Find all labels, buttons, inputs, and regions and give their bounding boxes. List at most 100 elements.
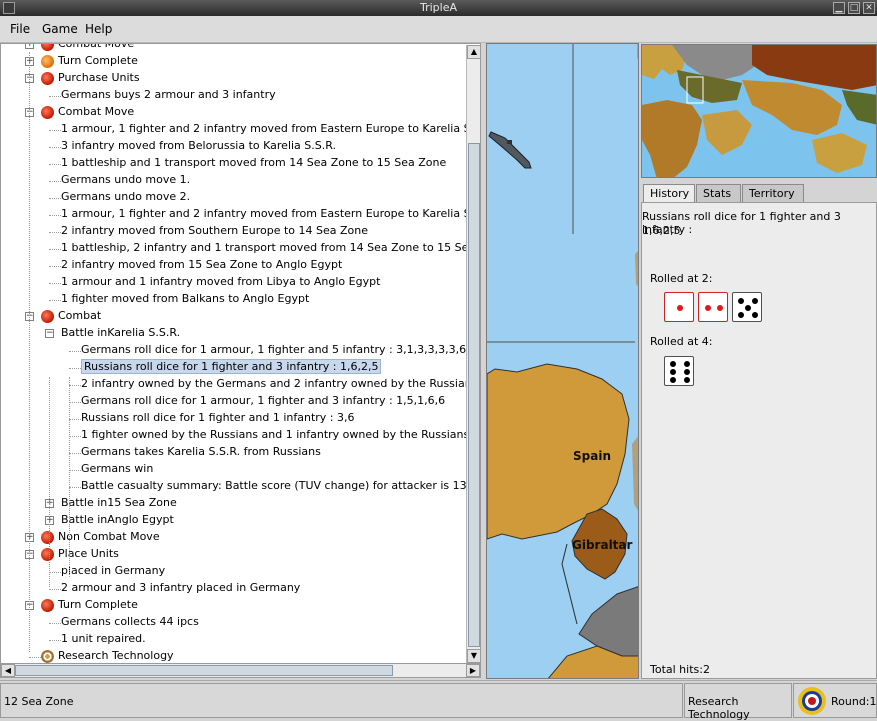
die-pip bbox=[684, 361, 690, 367]
tree-item[interactable]: 1 battleship, 2 infantry and 1 transport… bbox=[1, 240, 480, 257]
tree-item[interactable]: 2 infantry moved from 15 Sea Zone to Ang… bbox=[1, 257, 466, 274]
sea-zone[interactable] bbox=[487, 44, 639, 679]
tree-item-label: 2 infantry owned by the Germans and 2 in… bbox=[81, 377, 481, 390]
tree-item[interactable]: Germans collects 44 ipcs bbox=[1, 614, 466, 631]
tree-item[interactable]: 1 fighter owned by the Russians and 1 in… bbox=[1, 427, 480, 444]
game-map[interactable]: Spain Gibraltar bbox=[486, 43, 639, 679]
tree-horizontal-scrollbar[interactable]: ◀ ▶ bbox=[0, 663, 481, 678]
tree-node-purchase-units[interactable]: − Purchase Units bbox=[1, 70, 466, 87]
tree-node-research-technology[interactable]: Research Technology bbox=[1, 648, 466, 663]
phase-icon bbox=[41, 72, 54, 85]
tree-item[interactable]: Germans undo move 2. bbox=[1, 189, 466, 206]
tree-connector bbox=[49, 589, 61, 590]
tree-item[interactable]: Russians roll dice for 1 fighter and 3 i… bbox=[1, 359, 466, 376]
tree-connector bbox=[69, 368, 81, 369]
phase-icon bbox=[41, 599, 54, 612]
hscroll-thumb[interactable] bbox=[15, 665, 393, 676]
window-titlebar: TripleA ▁ □ ✕ bbox=[0, 0, 877, 16]
scroll-thumb[interactable] bbox=[468, 143, 480, 647]
tree-item[interactable]: 2 infantry owned by the Germans and 2 in… bbox=[1, 376, 480, 393]
die-5-icon bbox=[732, 292, 762, 322]
mini-map[interactable] bbox=[641, 44, 877, 178]
maximize-icon[interactable]: □ bbox=[848, 2, 860, 14]
close-icon[interactable]: ✕ bbox=[863, 2, 875, 14]
tab-history[interactable]: History bbox=[643, 184, 695, 203]
tree-item[interactable]: 1 unit repaired. bbox=[1, 631, 466, 648]
collapse-icon[interactable]: − bbox=[45, 329, 54, 338]
scroll-left-icon[interactable]: ◀ bbox=[1, 664, 15, 677]
tree-item[interactable]: 1 armour, 1 fighter and 2 infantry moved… bbox=[1, 121, 480, 138]
tree-connector bbox=[69, 419, 81, 420]
map-canvas[interactable]: Spain Gibraltar bbox=[487, 44, 639, 679]
current-step: Research Technology bbox=[688, 695, 750, 721]
tree-vertical-scrollbar[interactable]: ▲ ▼ bbox=[466, 45, 480, 663]
tree-item[interactable]: 2 infantry moved from Southern Europe to… bbox=[1, 223, 466, 240]
player-roundel-icon bbox=[798, 687, 826, 715]
hit-die-1-icon bbox=[664, 292, 694, 322]
tree-item[interactable]: + Battle inAnglo Egypt bbox=[1, 512, 466, 529]
scroll-right-icon[interactable]: ▶ bbox=[466, 664, 480, 677]
menu-file[interactable]: File bbox=[10, 22, 30, 36]
tree-connector bbox=[69, 487, 81, 488]
territory-name: 12 Sea Zone bbox=[4, 695, 74, 708]
menu-help[interactable]: Help bbox=[85, 22, 112, 36]
tab-territory[interactable]: Territory bbox=[742, 184, 804, 202]
tree-item-label: Russians roll dice for 1 fighter and 3 i… bbox=[81, 359, 382, 374]
tree-item-label: placed in Germany bbox=[61, 564, 166, 577]
tree-connector bbox=[49, 232, 61, 233]
tree-item-label: Non Combat Move bbox=[58, 530, 160, 543]
tree-item[interactable]: 1 fighter moved from Balkans to Anglo Eg… bbox=[1, 291, 466, 308]
tree-node-non-combat-move[interactable]: + Non Combat Move bbox=[1, 529, 466, 546]
tree-item[interactable]: Germans undo move 1. bbox=[1, 172, 466, 189]
tree-node-turn-complete[interactable]: − Turn Complete bbox=[1, 597, 466, 614]
die-pip bbox=[752, 312, 758, 318]
tree-connector bbox=[49, 147, 61, 148]
tree-item-label: Combat Move bbox=[58, 43, 135, 50]
tree-item[interactable]: − Battle inKarelia S.S.R. bbox=[1, 325, 466, 342]
tree-node-place-units[interactable]: − Place Units bbox=[1, 546, 466, 563]
rolled-at-2-label: Rolled at 2: bbox=[650, 272, 713, 285]
tree-node-turn-complete[interactable]: + Turn Complete bbox=[1, 53, 466, 70]
history-tree[interactable]: + Combat Move + Turn Complete − Purchase Unit… bbox=[0, 43, 481, 664]
status-bar: 12 Sea Zone Research Technology Round:1 bbox=[0, 680, 877, 721]
history-details-panel: Russians roll dice for 1 fighter and 3 i… bbox=[641, 202, 877, 679]
tree-item[interactable]: 1 armour, 1 fighter and 2 infantry moved… bbox=[1, 206, 480, 223]
minimap-canvas[interactable] bbox=[642, 45, 877, 178]
phase-icon bbox=[41, 548, 54, 561]
die-pip bbox=[684, 377, 690, 383]
tree-connector bbox=[49, 640, 61, 641]
tree-item[interactable]: + Battle in15 Sea Zone bbox=[1, 495, 466, 512]
tab-stats[interactable]: Stats bbox=[696, 184, 741, 202]
tree-guide-line bbox=[29, 52, 30, 652]
die-pip bbox=[745, 305, 751, 311]
tree-item[interactable]: Germans roll dice for 1 armour, 1 fighte… bbox=[1, 342, 466, 359]
tree-item[interactable]: 1 armour and 1 infantry moved from Libya… bbox=[1, 274, 466, 291]
tree-item[interactable]: Russians roll dice for 1 fighter and 1 i… bbox=[1, 410, 466, 427]
research-icon bbox=[41, 650, 54, 663]
tree-connector bbox=[49, 623, 61, 624]
tree-connector bbox=[49, 572, 61, 573]
tree-node-combat-move[interactable]: − Combat Move bbox=[1, 104, 466, 121]
tree-item[interactable]: Germans takes Karelia S.S.R. from Russia… bbox=[1, 444, 466, 461]
tree-item[interactable]: 3 infantry moved from Belorussia to Kare… bbox=[1, 138, 466, 155]
tree-item[interactable]: placed in Germany bbox=[1, 563, 466, 580]
tree-connector bbox=[69, 470, 81, 471]
tree-item[interactable]: 1 battleship and 1 transport moved from … bbox=[1, 155, 466, 172]
tree-item[interactable]: Battle casualty summary: Battle score (T… bbox=[1, 478, 467, 495]
tree-item[interactable]: Germans roll dice for 1 armour, 1 fighte… bbox=[1, 393, 466, 410]
tree-node-combat[interactable]: − Combat bbox=[1, 308, 466, 325]
tree-item-label: Combat bbox=[58, 309, 102, 322]
scroll-down-icon[interactable]: ▼ bbox=[467, 649, 480, 663]
tree-item[interactable]: Germans win bbox=[1, 461, 466, 478]
total-hits: Total hits:2 bbox=[650, 663, 710, 676]
minimize-icon[interactable]: ▁ bbox=[833, 2, 845, 14]
die-pip bbox=[705, 305, 711, 311]
tree-item[interactable]: Germans buys 2 armour and 3 infantry bbox=[1, 87, 466, 104]
expand-icon[interactable]: + bbox=[25, 44, 34, 49]
tree-item[interactable]: 2 armour and 3 infantry placed in German… bbox=[1, 580, 466, 597]
tree-item-label: Purchase Units bbox=[58, 71, 140, 84]
tree-node-combat-move[interactable]: + Combat Move bbox=[1, 43, 466, 53]
die-pip bbox=[670, 369, 676, 375]
scroll-up-icon[interactable]: ▲ bbox=[467, 45, 480, 59]
menu-game[interactable]: Game bbox=[42, 22, 78, 36]
